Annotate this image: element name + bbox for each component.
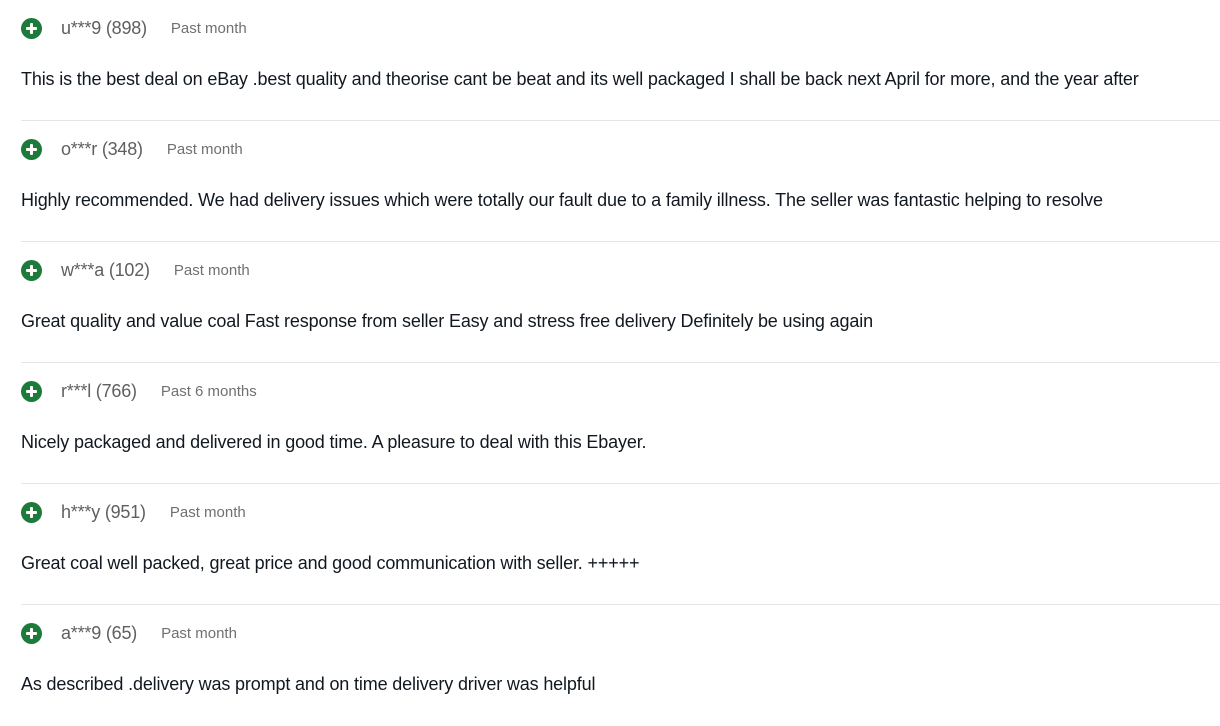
reviewer-name: r***l (766) [61,380,137,401]
feedback-header: o***r (348) Past month [21,137,243,161]
feedback-item: h***y (951) Past month Great coal well p… [21,484,1220,605]
feedback-time-period: Past 6 months [160,382,257,400]
positive-feedback-icon [21,622,42,644]
positive-feedback-icon [21,138,42,160]
feedback-comment: As described .delivery was prompt and on… [21,674,596,694]
feedback-item: r***l (766) Past 6 months Nicely package… [21,363,1220,484]
positive-feedback-icon [21,501,42,523]
positive-feedback-icon [21,380,42,402]
feedback-comment: Highly recommended. We had delivery issu… [21,190,1103,210]
feedback-comment: This is the best deal on eBay .best qual… [21,69,1139,89]
feedback-header: w***a (102) Past month [21,258,250,282]
feedback-item: o***r (348) Past month Highly recommende… [21,121,1220,242]
feedback-item: w***a (102) Past month Great quality and… [21,242,1220,363]
feedback-item: u***9 (898) Past month This is the best … [21,0,1220,121]
feedback-header: a***9 (65) Past month [21,621,237,645]
feedback-time-period: Past month [161,624,237,642]
feedback-comment: Nicely packaged and delivered in good ti… [21,432,647,452]
reviewer-name: h***y (951) [61,501,146,522]
reviewer-name: o***r (348) [61,138,143,159]
feedback-header: u***9 (898) Past month [21,16,247,40]
positive-feedback-icon [21,17,42,39]
feedback-time-period: Past month [173,261,250,279]
feedback-list: u***9 (898) Past month This is the best … [21,0,1220,726]
reviewer-name: a***9 (65) [61,622,138,643]
feedback-comment: Great quality and value coal Fast respon… [21,311,873,331]
feedback-header: r***l (766) Past 6 months [21,379,257,403]
feedback-time-period: Past month [166,140,243,158]
feedback-time-period: Past month [170,19,247,37]
reviewer-name: w***a (102) [61,259,150,280]
feedback-header: h***y (951) Past month [21,500,246,524]
feedback-item: a***9 (65) Past month As described .deli… [21,605,1220,726]
feedback-comment: Great coal well packed, great price and … [21,553,640,573]
positive-feedback-icon [21,259,42,281]
feedback-time-period: Past month [169,503,246,521]
reviewer-name: u***9 (898) [61,17,147,38]
